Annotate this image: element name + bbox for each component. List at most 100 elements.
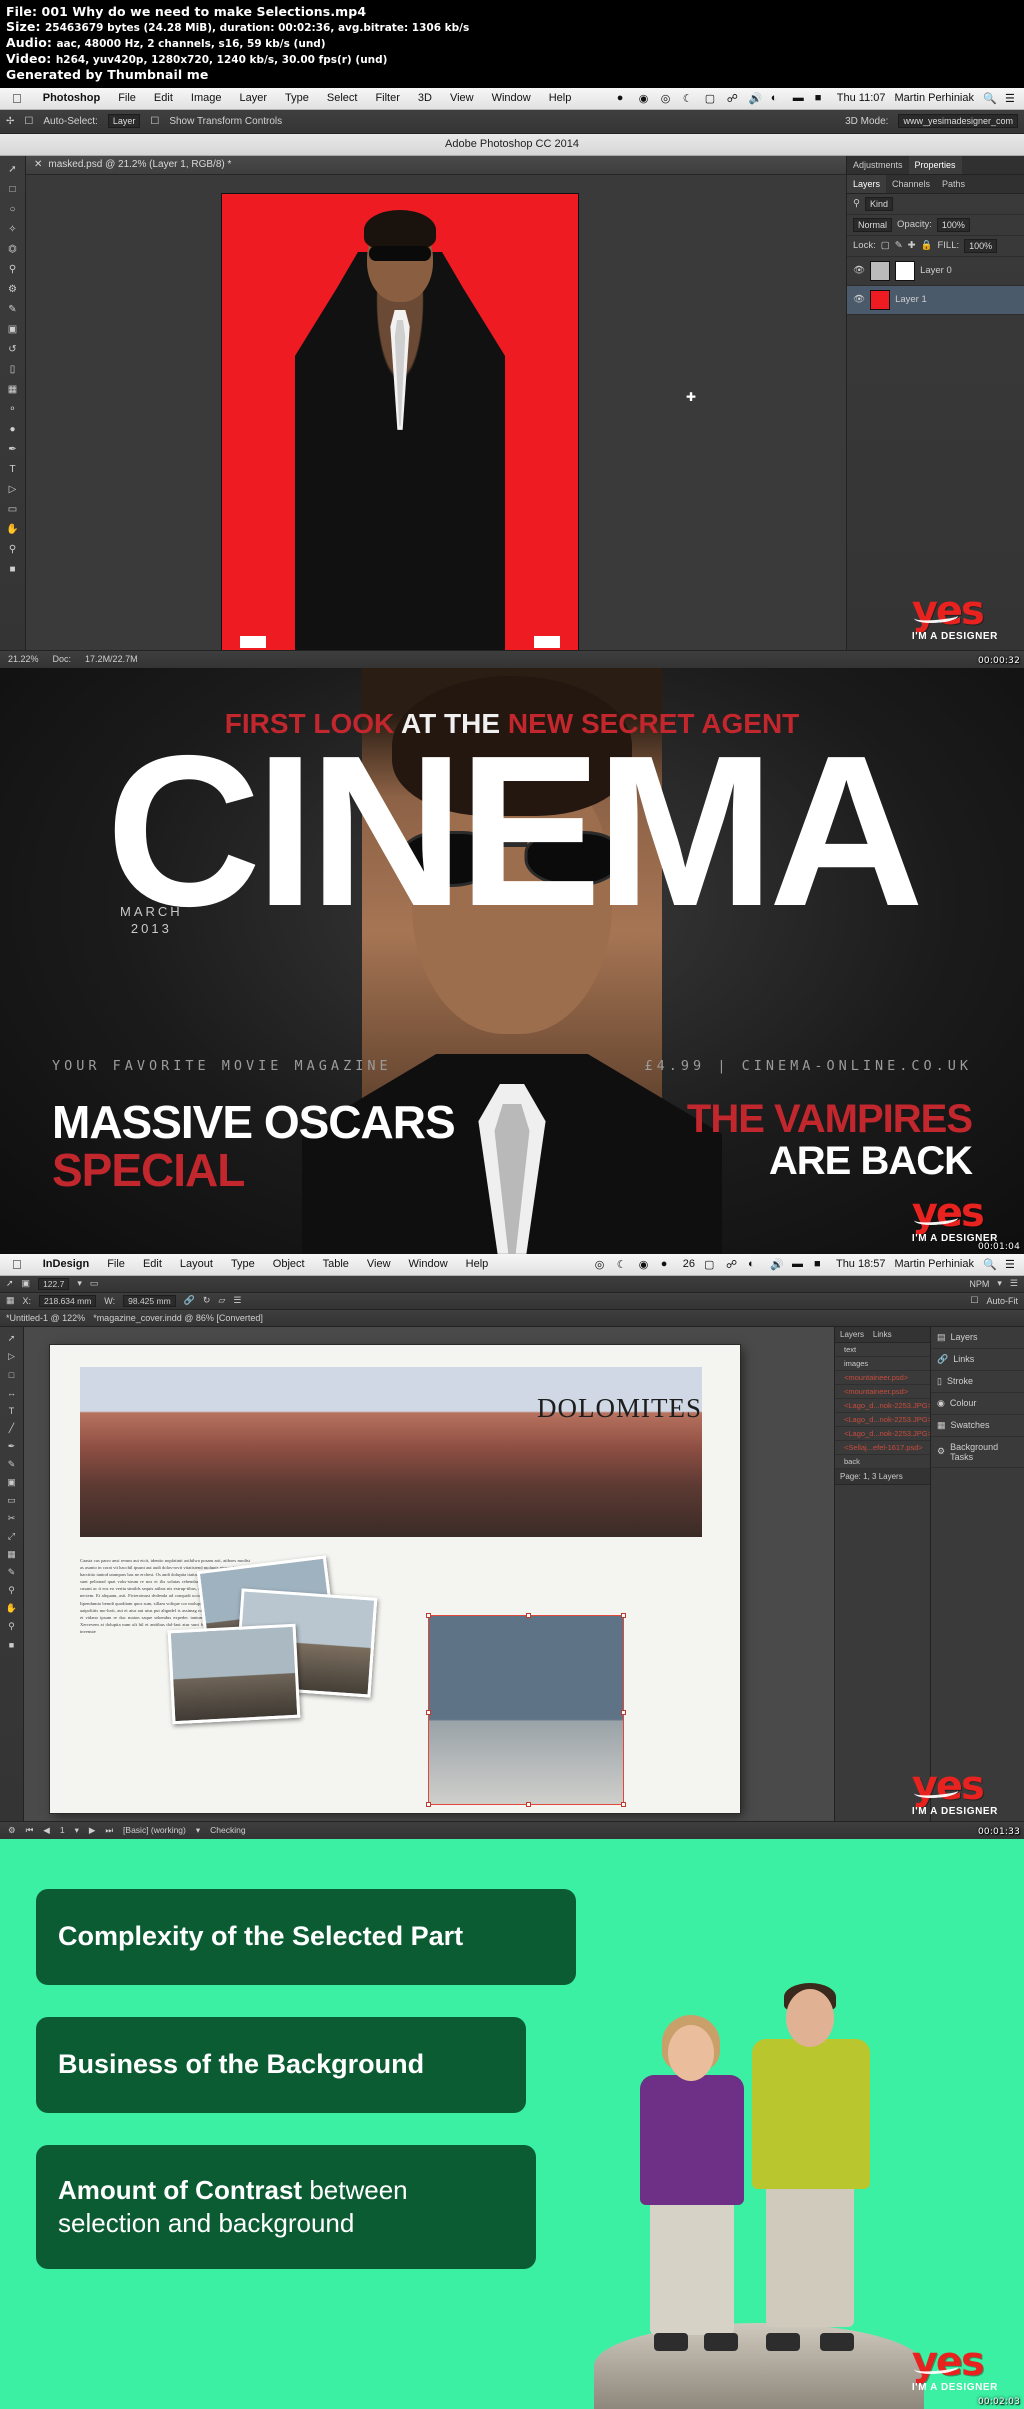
lasso-tool-icon[interactable]: ○ <box>0 200 25 220</box>
menu-item-table[interactable]: Table <box>314 1258 358 1270</box>
menu-item-layer[interactable]: Layer <box>230 92 276 104</box>
menu-item-help[interactable]: Help <box>457 1258 498 1270</box>
layer-row-0[interactable]: 👁 Layer 0 <box>847 257 1024 286</box>
layers-filter-kind[interactable]: Kind <box>864 196 893 211</box>
gap-tool-icon[interactable]: ↔ <box>0 1384 23 1402</box>
chevron-down-icon[interactable]: ▾ <box>196 1825 200 1836</box>
dock-item-colour[interactable]: ◉ Colour <box>931 1393 1024 1415</box>
rotate-icon[interactable]: ↻ <box>203 1295 211 1306</box>
lock-position-icon[interactable]: ✚ <box>908 240 916 251</box>
menu-item-object[interactable]: Object <box>264 1258 314 1270</box>
panel-item-4[interactable]: <Lago_d...nok-2253.JPG> <box>835 1399 930 1413</box>
tab-layers[interactable]: Layers <box>847 174 887 193</box>
dock-item-layers[interactable]: ▤ Layers <box>931 1327 1024 1349</box>
autofit-checkbox[interactable]: ☐ <box>970 1295 978 1306</box>
previous-page-icon[interactable]: ◀ <box>43 1825 50 1836</box>
tab-properties[interactable]: Properties <box>908 155 962 174</box>
document-tab-untitled[interactable]: *Untitled-1 @ 122% <box>6 1313 85 1323</box>
note-tool-icon[interactable]: ✎ <box>0 1564 23 1582</box>
menu-item-file[interactable]: File <box>98 1258 134 1270</box>
move-tool-icon[interactable]: ✢ <box>6 116 14 127</box>
rectangle-tool-icon[interactable]: ▭ <box>0 1492 23 1510</box>
preflight-icon[interactable]: ⚙ <box>8 1825 16 1836</box>
lock-image-icon[interactable]: ✎ <box>895 240 903 251</box>
dodge-tool-icon[interactable]: ● <box>0 420 25 440</box>
transform-controls-checkbox[interactable]: ☐ <box>150 116 159 127</box>
chrome-icon[interactable]: ◉ <box>639 92 652 105</box>
panel-item-2[interactable]: <mountaineer.psd> <box>835 1371 930 1385</box>
screen-mode-icon[interactable]: ▭ <box>90 1278 99 1289</box>
lock-transparent-icon[interactable]: ▢ <box>881 240 890 251</box>
close-icon[interactable]: ✕ <box>34 159 42 170</box>
menu-item-type[interactable]: Type <box>276 92 318 104</box>
photoshop-document-tab[interactable]: ✕ masked.psd @ 21.2% (Layer 1, RGB/8) * <box>26 155 846 175</box>
menu-icon[interactable]: ☰ <box>1005 92 1018 105</box>
dock-item-links[interactable]: 🔗 Links <box>931 1349 1024 1371</box>
healing-brush-tool-icon[interactable]: ⚙ <box>0 280 25 300</box>
width-field[interactable]: 98.425 mm <box>123 1294 176 1307</box>
rectangle-frame-tool-icon[interactable]: ▣ <box>0 1474 23 1492</box>
menu-item-select[interactable]: Select <box>318 92 367 104</box>
auto-select-checkbox[interactable]: ☐ <box>24 116 33 127</box>
photoshop-search-field[interactable]: www_yesimadesigner_com <box>898 114 1018 129</box>
menubar-username[interactable]: Martin Perhiniak <box>895 1258 974 1270</box>
next-page-icon[interactable]: ▶ <box>89 1825 96 1836</box>
resize-handle-top-right[interactable] <box>621 1612 626 1618</box>
tab-layers[interactable]: Layers <box>840 1330 864 1339</box>
document-title[interactable]: DOLOMITES <box>537 1393 702 1424</box>
menubar-clock[interactable]: Thu 18:57 <box>836 1258 886 1270</box>
menu-item-edit[interactable]: Edit <box>145 92 182 104</box>
menu-icon[interactable]: ☰ <box>1005 1258 1018 1271</box>
document-photo-3[interactable] <box>167 1623 301 1725</box>
fill-stroke-swatch[interactable]: ■ <box>0 1636 23 1654</box>
eye-icon[interactable]: 👁 <box>853 265 865 276</box>
panel-item-0[interactable]: text <box>835 1343 930 1357</box>
dropbox-icon[interactable]: ● <box>617 92 630 105</box>
pen-tool-icon[interactable]: ✒ <box>0 440 25 460</box>
resize-handle-bottom-left[interactable] <box>426 1801 431 1807</box>
first-page-icon[interactable]: ⏮ <box>26 1825 34 1836</box>
moon-icon[interactable]: ☾ <box>683 92 696 105</box>
airplay-icon[interactable]: ▢ <box>705 92 718 105</box>
eyedropper-tool-icon[interactable]: ⚲ <box>0 260 25 280</box>
type-tool-icon[interactable]: T <box>0 460 25 480</box>
eyedropper-tool-icon[interactable]: ⚲ <box>0 1582 23 1600</box>
shape-tool-icon[interactable]: ▭ <box>0 500 25 520</box>
battery-icon[interactable]: ■ <box>814 1258 827 1271</box>
eye-icon[interactable]: 👁 <box>853 294 865 305</box>
resize-handle-bottom-center[interactable] <box>526 1801 531 1807</box>
pencil-tool-icon[interactable]: ✎ <box>0 1456 23 1474</box>
menubar-clock[interactable]: Thu 11:07 <box>837 92 886 104</box>
document-tab-magazine-cover[interactable]: *magazine_cover.indd @ 86% [Converted] <box>93 1313 263 1323</box>
typekit-icon[interactable]: ◎ <box>661 92 674 105</box>
path-selection-tool-icon[interactable]: ▷ <box>0 480 25 500</box>
zoom-level[interactable]: 21.22% <box>8 654 39 664</box>
type-tool-icon[interactable]: T <box>0 1402 23 1420</box>
menu-item-view[interactable]: View <box>358 1258 400 1270</box>
selected-image-frame[interactable] <box>426 1612 626 1807</box>
gradient-swatch-tool-icon[interactable]: ▦ <box>0 1546 23 1564</box>
zoom-tool-icon[interactable]: ⚲ <box>0 540 25 560</box>
panel-item-8[interactable]: back <box>835 1455 930 1469</box>
flag-icon[interactable]: ▬ <box>793 92 806 105</box>
chevron-down-icon[interactable]: ▾ <box>75 1825 79 1836</box>
blend-mode-select[interactable]: Normal <box>853 217 893 232</box>
bluetooth-icon[interactable]: ☍ <box>727 92 740 105</box>
shear-icon[interactable]: ⏥ <box>218 1295 225 1306</box>
page-number-field[interactable]: 1 <box>60 1825 65 1835</box>
hand-tool-icon[interactable]: ✋ <box>0 520 25 540</box>
dock-item-background-tasks[interactable]: ⚙ Background Tasks <box>931 1437 1024 1468</box>
move-tool-icon[interactable]: ➚ <box>0 160 25 180</box>
resize-handle-bottom-right[interactable] <box>621 1801 626 1807</box>
menu-item-indesign[interactable]: InDesign <box>34 1258 98 1270</box>
menu-item-3d[interactable]: 3D <box>409 92 441 104</box>
menu-item-filter[interactable]: Filter <box>366 92 408 104</box>
menu-item-edit[interactable]: Edit <box>134 1258 171 1270</box>
battery-icon[interactable]: ■ <box>815 92 828 105</box>
fit-page-icon[interactable]: ▣ <box>22 1278 31 1289</box>
chevron-down-icon[interactable]: ▾ <box>997 1278 1002 1289</box>
lock-all-icon[interactable]: 🔒 <box>921 240 933 251</box>
wifi-icon[interactable]: ◐ <box>748 1258 761 1271</box>
resize-handle-middle-right[interactable] <box>621 1709 626 1715</box>
menu-item-window[interactable]: Window <box>400 1258 457 1270</box>
